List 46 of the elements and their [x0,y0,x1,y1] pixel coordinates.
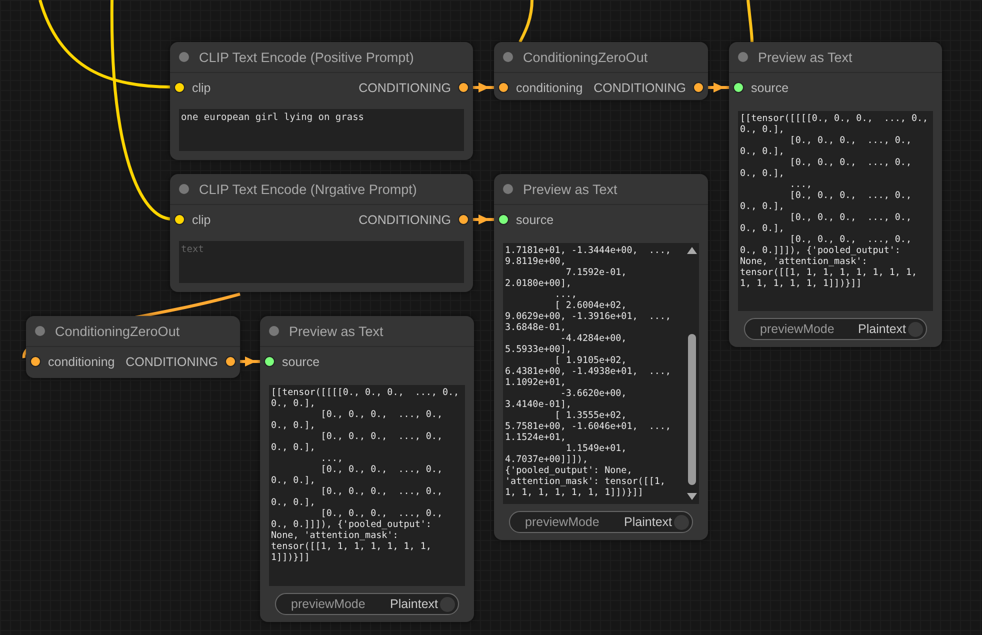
slot-label: CONDITIONING [358,212,451,226]
text-output: 1.7181e+01, -1.3444e+00, ..., 9.8119e+00, 7.1592e-01, 2.0180e+00], ..., [ 2.6004e+02, 9.0629e+00, -1.3916e+01, ..., 3.6848e-01, -4.4284e+00, 5.5933e+00], [ 1.9105e+02, 6.4381e+00, -1.4938e+01, ..., 1.1092e+01, -3.6620e+00, 3.4140e-01], [ 1.3555e+02, 5.7581e+00, -1.6046e+01, ..., 1.1524e+01, 1.1549e+01, 4.7037e+00]]]), {'pooled_output': None, 'attention_mask': tensor([[1, 1, 1, 1, 1, 1, 1, 1]])}]] [504,244,672,500]
slot-label: CONDITIONING [594,80,686,94]
preview-mode-toggle[interactable]: previewMode Plaintext [744,318,927,340]
slot-label: conditioning [48,354,115,368]
node-title: ConditioningZeroOut [523,50,648,64]
input-slot-icon[interactable] [174,214,185,225]
link-wire [518,0,534,43]
input-slot-icon[interactable] [498,82,509,93]
output-slot-icon[interactable] [458,82,469,93]
preview-mode-toggle[interactable]: previewMode Plaintext [275,593,459,615]
node-dot-icon[interactable] [179,184,189,194]
input-slot-icon[interactable] [174,82,185,93]
input-slot-icon[interactable] [498,214,509,225]
node-dot-icon[interactable] [503,184,513,194]
node-dot-icon[interactable] [269,326,279,336]
link-wire [746,0,754,42]
prompt-field[interactable]: text [179,241,464,283]
node-title: Preview as Text [758,50,852,64]
slot-label: clip [192,212,211,226]
node-title: Preview as Text [523,182,618,196]
node-dot-icon[interactable] [503,52,513,62]
node-title: Preview as Text [289,324,384,338]
preview-mode-toggle[interactable]: previewMode Plaintext [509,511,693,533]
prompt-field[interactable]: one european girl lying on grass [179,109,464,151]
node-title: CLIP Text Encode (Positive Prompt) [199,50,414,64]
node-dot-icon[interactable] [179,52,189,62]
output-slot-icon[interactable] [225,356,236,367]
input-slot-icon[interactable] [733,82,744,93]
output-slot-icon[interactable] [693,82,704,93]
text-output: [[tensor([[[[0., 0., 0., ..., 0., 0., 0.], [0., 0., 0., ..., 0., 0., 0.], [0., 0., 0., ..., 0., 0., 0.], ..., [0., 0., 0., ..., 0., 0., 0.], [0., 0., 0., ..., 0., 0., 0.], [0., 0., 0., ..., 0., 0., 0.]]]), {'pooled_output': None, 'attention_mask': tensor([[1, 1, 1, 1, 1, 1, 1, 1]])}]] [270,386,460,565]
node-title: ConditioningZeroOut [55,324,180,338]
slot-label: clip [192,80,211,94]
node-dot-icon[interactable] [35,326,45,336]
text-output: [[tensor([[[[0., 0., 0., ..., 0., 0., 0.], [0., 0., 0., ..., 0., 0., 0.], [0., 0., 0., ..., 0., 0., 0.], ..., [0., 0., 0., ..., 0., 0., 0.], [0., 0., 0., ..., 0., 0., 0.], [0., 0., 0., ..., 0., 0., 0.]]]), {'pooled_output': None, 'attention_mask': tensor([[1, 1, 1, 1, 1, 1, 1, 1, 1, 1, 1, 1, 1, 1]])}]] [739,112,930,291]
node-title: CLIP Text Encode (Nrgative Prompt) [199,182,417,196]
node-dot-icon[interactable] [738,52,748,62]
slot-label: CONDITIONING [126,354,218,368]
input-slot-icon[interactable] [264,356,275,367]
output-slot-icon[interactable] [458,214,469,225]
slot-label: source [516,212,554,226]
slot-label: source [282,354,320,368]
slot-label: conditioning [516,80,583,94]
slot-label: CONDITIONING [358,80,451,94]
input-slot-icon[interactable] [30,356,41,367]
slot-label: source [751,80,789,94]
